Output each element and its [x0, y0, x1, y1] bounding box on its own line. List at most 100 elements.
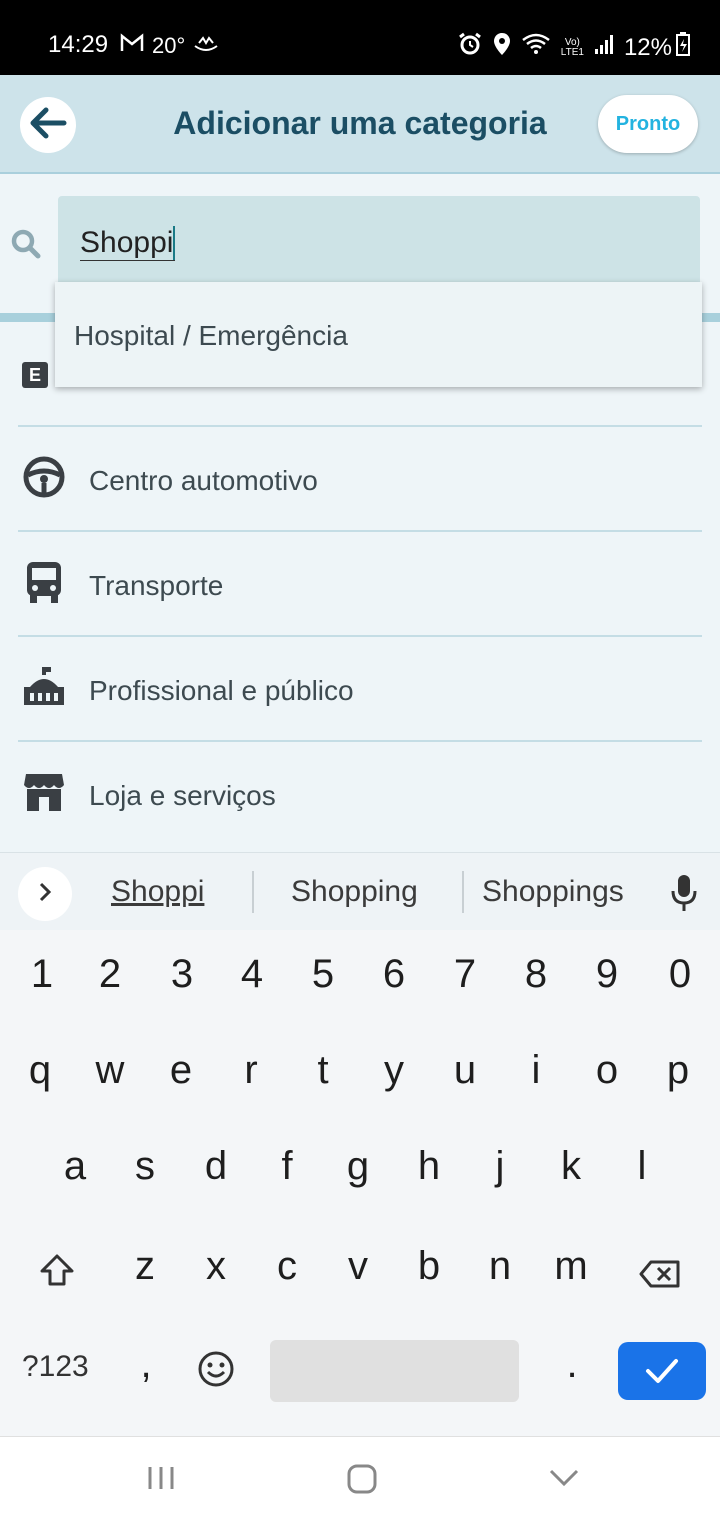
key-4[interactable]: 4 [222, 952, 282, 997]
key-g[interactable]: g [328, 1144, 388, 1189]
backspace-icon [639, 1260, 680, 1288]
category-label: Loja e serviços [89, 780, 276, 811]
key-u[interactable]: u [435, 1048, 495, 1093]
key-0[interactable]: 0 [650, 952, 710, 997]
key-y[interactable]: y [364, 1048, 424, 1093]
backspace-key[interactable] [630, 1254, 690, 1299]
symbols-key[interactable]: ?123 [22, 1350, 89, 1384]
emergency-icon: E [22, 362, 48, 388]
key-v[interactable]: v [328, 1244, 388, 1289]
key-comma[interactable]: , [116, 1342, 176, 1387]
category-label: Profissional e público [89, 675, 354, 706]
suggestion-2[interactable]: Shopping [291, 875, 418, 909]
app-header: Adicionar uma categoria Pronto [0, 75, 720, 174]
home-icon[interactable] [346, 1463, 378, 1500]
key-period[interactable]: . [542, 1342, 602, 1387]
location-icon [493, 32, 511, 63]
key-2[interactable]: 2 [80, 952, 140, 997]
keyboard-suggestion-bar: Shoppi Shopping Shoppings [0, 852, 720, 930]
key-9[interactable]: 9 [577, 952, 637, 997]
suggestion-3[interactable]: Shoppings [482, 875, 624, 909]
category-label: Transporte [89, 570, 224, 601]
key-d[interactable]: d [186, 1144, 246, 1189]
done-button[interactable]: Pronto [598, 95, 698, 153]
shift-key[interactable] [27, 1252, 87, 1297]
space-key[interactable] [270, 1340, 519, 1402]
category-list: Centro automotivo Transporte Profissiona… [0, 425, 720, 845]
key-c[interactable]: c [257, 1244, 317, 1289]
letter-row-3: z x c v b n m [0, 1244, 720, 1334]
steering-wheel-icon [22, 455, 66, 499]
suggestion-divider [462, 871, 464, 913]
key-5[interactable]: 5 [293, 952, 353, 997]
recent-apps-icon[interactable] [146, 1463, 176, 1498]
text-caret [173, 226, 176, 260]
key-e[interactable]: e [151, 1048, 211, 1093]
battery-charging-icon [676, 32, 690, 63]
letter-row-1: q w e r t y u i o p [0, 1048, 720, 1138]
government-building-icon [22, 665, 66, 709]
emoji-key[interactable] [186, 1350, 246, 1398]
key-3[interactable]: 3 [152, 952, 212, 997]
status-time: 14:29 [48, 31, 109, 58]
search-input-value: Shoppi [80, 226, 176, 261]
category-row-profissional-e-publico[interactable]: Profissional e público [18, 635, 702, 740]
autocomplete-item[interactable]: Hospital / Emergência [74, 320, 348, 352]
key-1[interactable]: 1 [12, 952, 72, 997]
search-input[interactable]: Shoppi [58, 196, 700, 282]
key-s[interactable]: s [115, 1144, 175, 1189]
key-k[interactable]: k [541, 1144, 601, 1189]
category-row-centro-automotivo[interactable]: Centro automotivo [18, 425, 702, 530]
enter-key[interactable] [618, 1342, 706, 1400]
key-l[interactable]: l [612, 1144, 672, 1189]
key-b[interactable]: b [399, 1244, 459, 1289]
key-z[interactable]: z [115, 1244, 175, 1289]
key-a[interactable]: a [45, 1144, 105, 1189]
alarm-icon [457, 31, 483, 64]
weather-icon [193, 34, 219, 58]
category-row-loja-e-servicos[interactable]: Loja e serviços [18, 740, 702, 845]
battery-percent: 12% [623, 33, 672, 61]
suggestion-1[interactable]: Shoppi [111, 875, 204, 909]
search-icon [10, 228, 42, 265]
key-7[interactable]: 7 [435, 952, 495, 997]
system-navigation-bar [0, 1436, 720, 1520]
autocomplete-dropdown: Hospital / Emergência [55, 282, 702, 387]
key-m[interactable]: m [541, 1244, 601, 1289]
key-j[interactable]: j [470, 1144, 530, 1189]
category-label: Centro automotivo [89, 465, 318, 496]
temperature: 20° [152, 33, 186, 58]
emoji-icon [198, 1351, 234, 1387]
gmail-icon [120, 33, 144, 59]
key-f[interactable]: f [257, 1144, 317, 1189]
category-row-transporte[interactable]: Transporte [18, 530, 702, 635]
suggestion-divider [252, 871, 254, 913]
key-p[interactable]: p [648, 1048, 708, 1093]
key-t[interactable]: t [293, 1048, 353, 1093]
key-r[interactable]: r [221, 1048, 281, 1093]
key-n[interactable]: n [470, 1244, 530, 1289]
key-x[interactable]: x [186, 1244, 246, 1289]
expand-toolbar-button[interactable] [18, 867, 72, 921]
key-i[interactable]: i [506, 1048, 566, 1093]
number-row: 1 2 3 4 5 6 7 8 9 0 [0, 952, 720, 1042]
key-o[interactable]: o [577, 1048, 637, 1093]
shift-icon [40, 1254, 74, 1286]
key-6[interactable]: 6 [364, 952, 424, 997]
back-chevron-icon[interactable] [548, 1467, 580, 1494]
key-8[interactable]: 8 [506, 952, 566, 997]
letter-row-2: a s d f g h j k l [0, 1144, 720, 1234]
volte-icon: Vo) LTE1 [560, 36, 584, 58]
key-q[interactable]: q [10, 1048, 70, 1093]
checkmark-icon [646, 1359, 678, 1383]
keyboard: 1 2 3 4 5 6 7 8 9 0 q w e r t y u i o p … [0, 930, 720, 1436]
wifi-icon [521, 32, 551, 63]
chevron-right-icon [37, 881, 53, 908]
key-h[interactable]: h [399, 1144, 459, 1189]
microphone-icon[interactable] [668, 873, 700, 918]
store-icon [22, 770, 66, 814]
signal-icon [594, 33, 614, 62]
screen: 14:29 20° Vo) LTE1 12% Adicionar uma cat… [0, 0, 720, 1520]
status-bar: 14:29 20° Vo) LTE1 12% [0, 0, 720, 75]
key-w[interactable]: w [80, 1048, 140, 1093]
